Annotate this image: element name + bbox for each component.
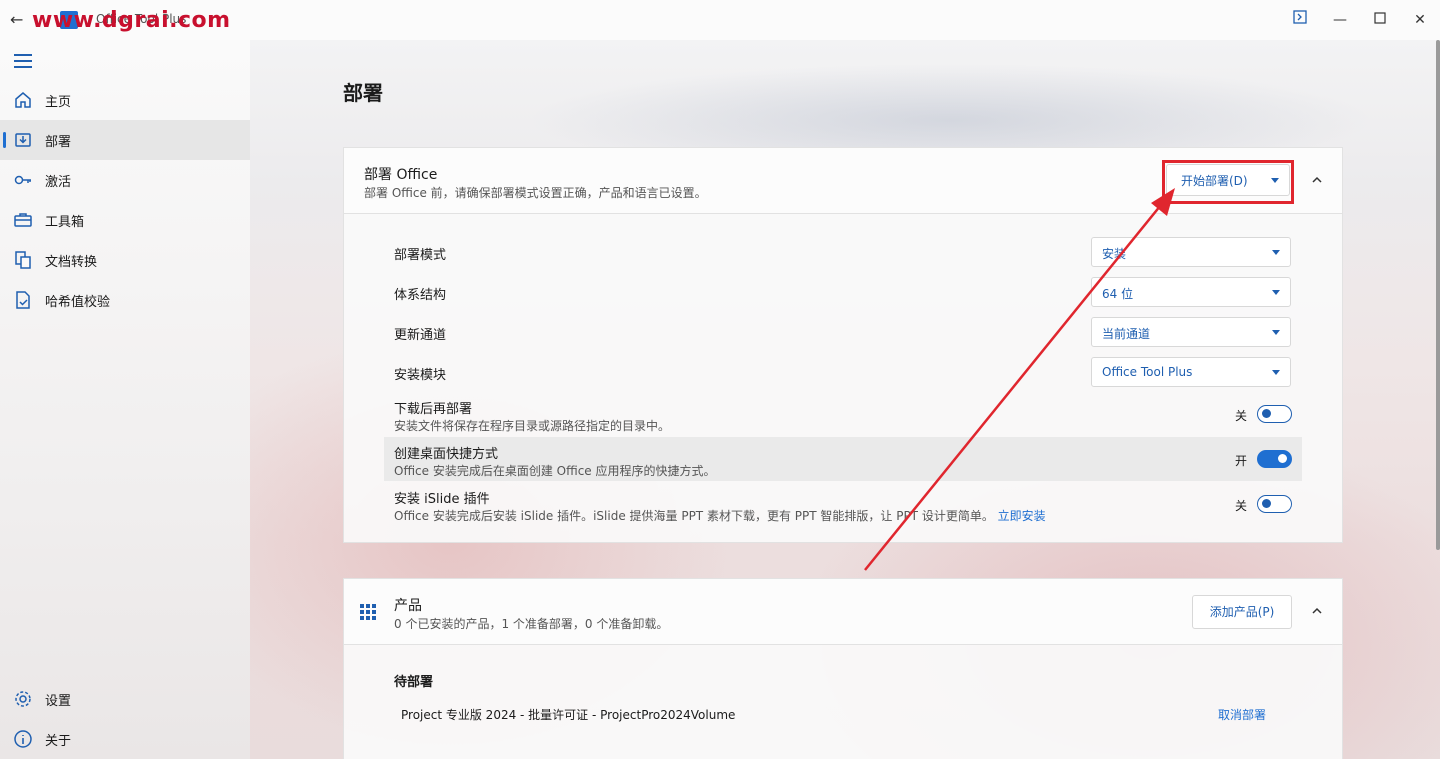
sidebar-item-deploy[interactable]: 部署 [0, 120, 250, 160]
sidebar-item-about[interactable]: 关于 [0, 719, 250, 759]
key-icon [12, 169, 34, 191]
sidebar-item-label: 部署 [45, 134, 72, 150]
info-icon [12, 728, 34, 750]
sidebar-item-toolbox[interactable]: 工具箱 [0, 200, 250, 240]
chevron-down-icon [1272, 250, 1280, 255]
deploy-mode-label: 部署模式 [394, 248, 447, 263]
download-then-deploy-toggle[interactable] [1257, 405, 1292, 423]
install-module-select[interactable]: Office Tool Plus [1091, 357, 1291, 387]
page-title: 部署 [343, 81, 383, 105]
title-bar: ← Office Tool Plus www.dgrai.com — ✕ [0, 0, 1440, 40]
architecture-select[interactable]: 64 位 [1091, 277, 1291, 307]
download-then-deploy-state: 关 [1235, 409, 1248, 423]
compact-overlay-icon[interactable] [1290, 10, 1310, 30]
deploy-card-title: 部署 Office [364, 167, 438, 183]
sidebar-item-label: 文档转换 [45, 254, 98, 270]
products-card-subtitle: 0 个已安装的产品，1 个准备部署，0 个准备卸载。 [394, 617, 669, 631]
hamburger-menu-icon[interactable] [14, 54, 32, 68]
sidebar-item-label: 哈希值校验 [45, 294, 111, 310]
sidebar-item-settings[interactable]: 设置 [0, 679, 250, 719]
products-card: 产品 0 个已安装的产品，1 个准备部署，0 个准备卸载。 添加产品(P) 待部… [343, 578, 1343, 759]
deploy-mode-select[interactable]: 安装 [1091, 237, 1291, 267]
download-then-deploy-desc: 安装文件将保存在程序目录或源路径指定的目录中。 [394, 419, 671, 433]
update-channel-select[interactable]: 当前通道 [1091, 317, 1291, 347]
islide-plugin-toggle[interactable] [1257, 495, 1292, 513]
hash-icon [12, 289, 34, 311]
download-then-deploy-label: 下载后再部署 [394, 402, 473, 417]
islide-plugin-desc-text: Office 安装完成后安装 iSlide 插件。iSlide 提供海量 PPT… [394, 509, 994, 523]
back-arrow-icon[interactable]: ← [10, 10, 32, 30]
update-channel-label: 更新通道 [394, 328, 447, 343]
sidebar-item-convert[interactable]: 文档转换 [0, 240, 250, 280]
add-product-button[interactable]: 添加产品(P) [1192, 595, 1292, 629]
desktop-shortcut-state: 开 [1235, 454, 1248, 468]
pending-title: 待部署 [394, 675, 434, 690]
deploy-card-header: 部署 Office 部署 Office 前，请确保部署模式设置正确，产品和语言已… [344, 148, 1342, 214]
islide-plugin-desc: Office 安装完成后安装 iSlide 插件。iSlide 提供海量 PPT… [394, 507, 1046, 524]
install-module-value: Office Tool Plus [1102, 365, 1193, 379]
chevron-down-icon [1272, 290, 1280, 295]
sidebar-item-label: 设置 [45, 693, 72, 709]
sidebar-item-label: 激活 [45, 174, 72, 190]
toolbox-icon [12, 209, 34, 231]
main-content: 部署 部署 Office 部署 Office 前，请确保部署模式设置正确，产品和… [250, 40, 1440, 759]
convert-icon [12, 249, 34, 271]
products-card-title: 产品 [394, 598, 422, 614]
chevron-down-icon [1272, 370, 1280, 375]
chevron-down-icon [1272, 330, 1280, 335]
highlight-annotation-box [1162, 160, 1294, 204]
gear-icon [12, 688, 34, 710]
sidebar-item-label: 工具箱 [45, 214, 85, 230]
deploy-card-subtitle: 部署 Office 前，请确保部署模式设置正确，产品和语言已设置。 [364, 186, 707, 200]
deploy-icon [12, 129, 34, 151]
products-card-header: 产品 0 个已安装的产品，1 个准备部署，0 个准备卸载。 添加产品(P) [344, 579, 1342, 645]
islide-plugin-state: 关 [1235, 499, 1248, 513]
close-icon[interactable]: ✕ [1410, 10, 1430, 30]
architecture-value: 64 位 [1102, 287, 1134, 301]
apps-grid-icon [360, 604, 376, 620]
home-icon [12, 89, 34, 111]
maximize-icon[interactable] [1370, 10, 1390, 30]
cancel-deploy-link[interactable]: 取消部署 [1218, 706, 1266, 723]
chevron-up-icon[interactable] [1310, 605, 1324, 619]
desktop-shortcut-label: 创建桌面快捷方式 [394, 447, 499, 462]
pending-product-name: Project 专业版 2024 - 批量许可证 - ProjectPro202… [401, 708, 736, 722]
desktop-shortcut-desc: Office 安装完成后在桌面创建 Office 应用程序的快捷方式。 [394, 464, 716, 478]
update-channel-value: 当前通道 [1102, 327, 1151, 341]
architecture-label: 体系结构 [394, 288, 447, 303]
install-now-link[interactable]: 立即安装 [998, 509, 1046, 523]
minimize-icon[interactable]: — [1330, 10, 1350, 30]
islide-plugin-label: 安装 iSlide 插件 [394, 492, 490, 507]
sidebar-item-label: 关于 [45, 733, 72, 749]
chevron-up-icon[interactable] [1310, 174, 1324, 188]
install-module-label: 安装模块 [394, 368, 447, 383]
scrollbar[interactable] [1436, 40, 1440, 550]
sidebar-item-hash[interactable]: 哈希值校验 [0, 280, 250, 320]
sidebar: 主页 部署 激活 工具箱 文档转换 哈希值校验 设置 关于 [0, 40, 250, 759]
desktop-shortcut-toggle[interactable] [1257, 450, 1292, 468]
deploy-office-card: 部署 Office 部署 Office 前，请确保部署模式设置正确，产品和语言已… [343, 147, 1343, 543]
deploy-mode-value: 安装 [1102, 247, 1127, 261]
sidebar-item-label: 主页 [45, 94, 72, 110]
watermark: www.dgrai.com [32, 8, 231, 33]
sidebar-item-home[interactable]: 主页 [0, 80, 250, 120]
sidebar-item-activate[interactable]: 激活 [0, 160, 250, 200]
